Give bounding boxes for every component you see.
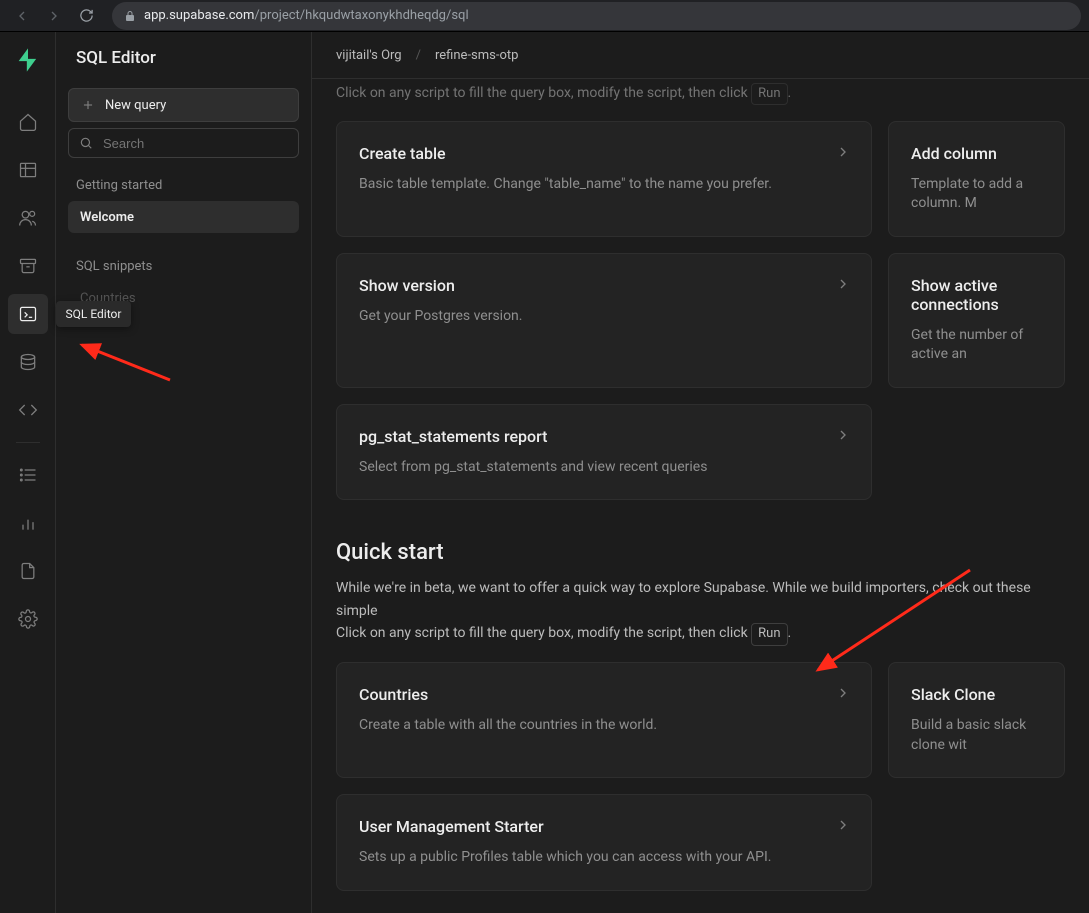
card-add-column[interactable]: Add column Template to add a column. M (888, 121, 1065, 237)
card-title: pg_stat_statements report (359, 427, 849, 446)
card-user-mgmt[interactable]: User Management Starter Sets up a public… (336, 794, 872, 891)
chevron-right-icon (835, 276, 851, 292)
database-icon (18, 352, 38, 372)
quickstart-title: Quick start (336, 540, 1065, 565)
card-title: Show version (359, 276, 849, 295)
rail-auth[interactable] (8, 198, 48, 238)
card-desc: Create a table with all the countries in… (359, 716, 849, 736)
breadcrumb-sep: / (416, 48, 421, 63)
card-pg-stat[interactable]: pg_stat_statements report Select from pg… (336, 404, 872, 501)
getting-started-label: Getting started (68, 178, 299, 193)
code-icon (18, 400, 38, 420)
card-title: Add column (911, 144, 1042, 163)
card-show-connections[interactable]: Show active connections Get the number o… (888, 253, 1065, 388)
panel-title: SQL Editor (68, 48, 299, 88)
card-title: Slack Clone (911, 685, 1042, 704)
url-text: app.supabase.com/project/hkqudwtaxonykhd… (144, 8, 469, 23)
card-show-version[interactable]: Show version Get your Postgres version. (336, 253, 872, 388)
search-input[interactable] (103, 136, 288, 151)
intro-text: Click on any script to fill the query bo… (336, 79, 1065, 105)
sql-snippets-label: SQL snippets (68, 259, 299, 274)
gear-icon (18, 609, 38, 629)
sql-editor-tooltip: SQL Editor (56, 301, 132, 327)
card-desc: Get the number of active an (911, 326, 1042, 365)
card-title: Countries (359, 685, 849, 704)
run-chip: Run (751, 83, 787, 105)
chevron-right-icon (835, 144, 851, 160)
list-icon (18, 465, 38, 485)
breadcrumb-org[interactable]: vijitail's Org (336, 48, 402, 63)
file-icon (18, 561, 38, 581)
card-slack-clone[interactable]: Slack Clone Build a basic slack clone wi… (888, 662, 1065, 778)
users-icon (18, 208, 38, 228)
rail-sql-editor[interactable]: SQL Editor (8, 294, 48, 334)
content: Click on any script to fill the query bo… (312, 79, 1089, 913)
bar-chart-icon (18, 513, 38, 533)
table-icon (18, 160, 38, 180)
browser-back-button[interactable] (8, 2, 36, 30)
breadcrumb: vijitail's Org / refine-sms-otp (312, 32, 1089, 79)
rail-logs[interactable] (8, 455, 48, 495)
rail-table-editor[interactable] (8, 150, 48, 190)
new-query-button[interactable]: New query (68, 88, 299, 122)
browser-reload-button[interactable] (72, 2, 100, 30)
sidebar-item-welcome[interactable]: Welcome (68, 201, 299, 233)
plus-icon (81, 98, 95, 112)
card-desc: Get your Postgres version. (359, 307, 849, 327)
main: vijitail's Org / refine-sms-otp Click on… (312, 32, 1089, 913)
search-input-wrap[interactable] (68, 128, 299, 158)
side-panel: SQL Editor New query Getting started Wel… (56, 32, 312, 913)
card-title: User Management Starter (359, 817, 849, 836)
rail-storage[interactable] (8, 246, 48, 286)
rail-edge-functions[interactable] (8, 390, 48, 430)
new-query-label: New query (105, 98, 166, 113)
archive-icon (18, 256, 38, 276)
card-desc: Select from pg_stat_statements and view … (359, 458, 849, 478)
supabase-logo[interactable] (14, 46, 42, 74)
chevron-right-icon (835, 685, 851, 701)
browser-forward-button[interactable] (40, 2, 68, 30)
run-chip: Run (751, 623, 787, 646)
lock-icon (124, 10, 136, 22)
rail-api-docs[interactable] (8, 551, 48, 591)
chevron-right-icon (835, 427, 851, 443)
browser-bar: app.supabase.com/project/hkqudwtaxonykhd… (0, 0, 1089, 32)
chevron-right-icon (835, 817, 851, 833)
card-create-table[interactable]: Create table Basic table template. Chang… (336, 121, 872, 237)
rail-divider (16, 442, 40, 443)
quickstart-intro: While we're in beta, we want to offer a … (336, 577, 1065, 646)
card-title: Create table (359, 144, 849, 163)
card-desc: Template to add a column. M (911, 175, 1042, 214)
terminal-icon (18, 304, 38, 324)
browser-url-bar[interactable]: app.supabase.com/project/hkqudwtaxonykhd… (112, 2, 1081, 30)
card-countries[interactable]: Countries Create a table with all the co… (336, 662, 872, 778)
card-title: Show active connections (911, 276, 1042, 314)
rail-reports[interactable] (8, 503, 48, 543)
card-desc: Sets up a public Profiles table which yo… (359, 848, 849, 868)
breadcrumb-project[interactable]: refine-sms-otp (435, 48, 518, 63)
rail-settings[interactable] (8, 599, 48, 639)
app-root: SQL Editor SQL Editor New query (0, 32, 1089, 913)
search-icon (79, 136, 93, 150)
icon-rail: SQL Editor (0, 32, 56, 913)
rail-database[interactable] (8, 342, 48, 382)
rail-home[interactable] (8, 102, 48, 142)
card-desc: Basic table template. Change "table_name… (359, 175, 849, 195)
card-desc: Build a basic slack clone wit (911, 716, 1042, 755)
